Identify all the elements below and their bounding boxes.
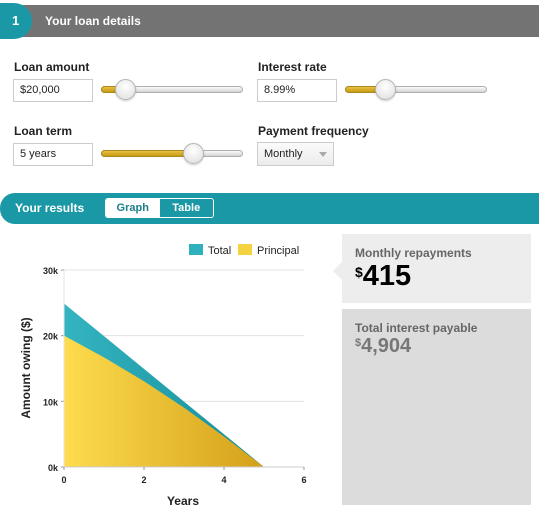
slider-thumb[interactable]	[183, 143, 205, 164]
legend-label-total: Total	[208, 245, 231, 257]
total-interest-label: Total interest payable	[355, 321, 478, 335]
y-tick-label: 20k	[43, 332, 59, 342]
x-axis-label: Years	[167, 494, 199, 508]
payment-frequency-select[interactable]: Monthly	[257, 142, 334, 166]
monthly-repayments-value: $415	[355, 260, 412, 292]
loan-amount-label: Loan amount	[14, 60, 90, 74]
interest-rate-label: Interest rate	[258, 60, 327, 74]
chevron-down-icon	[319, 152, 327, 157]
amount-owing-chart: 0k 10k 20k 30k 0 2 4 6 Total Principal Amount ow…	[19, 244, 307, 508]
y-tick-label: 30k	[43, 266, 59, 276]
tab-graph[interactable]: Graph	[106, 199, 160, 217]
loan-amount-slider[interactable]	[101, 79, 243, 101]
y-tick-label: 0k	[48, 463, 59, 473]
loan-term-input[interactable]: 5 years	[13, 143, 93, 166]
slider-thumb[interactable]	[374, 79, 396, 100]
interest-rate-slider[interactable]	[345, 79, 487, 101]
x-tick-label: 2	[141, 475, 146, 485]
loan-term-slider[interactable]	[101, 143, 243, 165]
monthly-repayments-label: Monthly repayments	[355, 246, 472, 260]
legend-label-principal: Principal	[257, 245, 299, 257]
payment-frequency-value: Monthly	[264, 148, 303, 160]
total-interest-value: $4,904	[355, 335, 412, 357]
loan-amount-input[interactable]: $20,000	[13, 79, 93, 102]
legend-swatch-principal	[238, 244, 252, 255]
slider-thumb[interactable]	[115, 79, 137, 100]
results-title: Your results	[15, 201, 85, 215]
total-interest-box: Total interest payable $4,904	[342, 309, 531, 505]
result-pointer	[333, 262, 342, 280]
x-tick-label: 6	[301, 475, 306, 485]
tab-table[interactable]: Table	[159, 199, 213, 217]
slider-fill	[101, 150, 194, 157]
legend-swatch-total	[189, 244, 203, 255]
step-title: Your loan details	[45, 14, 141, 28]
y-axis-label: Amount owing ($)	[19, 317, 33, 418]
interest-rate-input[interactable]: 8.99%	[257, 79, 337, 102]
payment-frequency-label: Payment frequency	[258, 124, 369, 138]
monthly-repayments-box: Monthly repayments $415	[342, 234, 531, 303]
view-toggle: Graph Table	[105, 198, 214, 218]
y-tick-label: 10k	[43, 397, 59, 407]
x-tick-label: 0	[61, 475, 66, 485]
x-tick-label: 4	[221, 475, 226, 485]
loan-term-label: Loan term	[14, 124, 73, 138]
